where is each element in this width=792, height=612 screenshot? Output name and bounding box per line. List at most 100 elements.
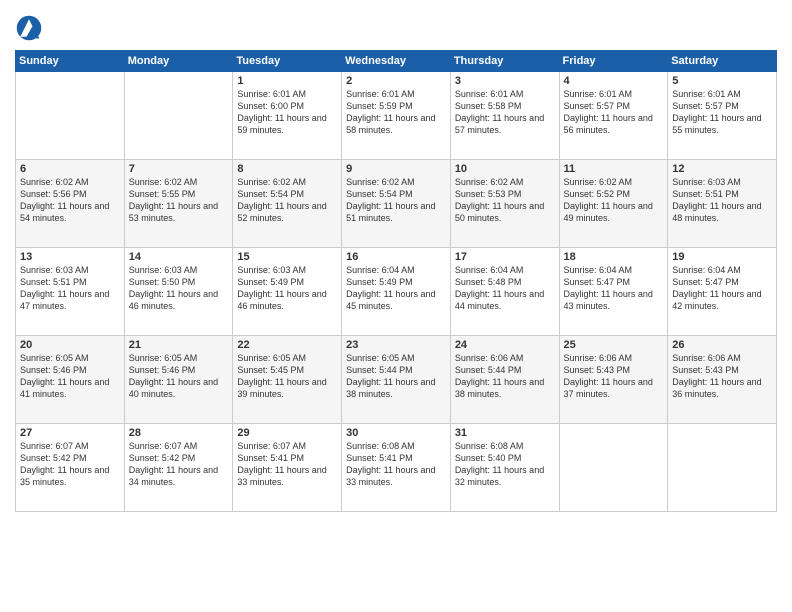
day-number: 21 [129,339,229,351]
day-info: Sunrise: 6:05 AM Sunset: 5:44 PM Dayligh… [346,352,446,401]
weekday-header-wednesday: Wednesday [342,51,451,72]
calendar-page: SundayMondayTuesdayWednesdayThursdayFrid… [0,0,792,612]
day-info: Sunrise: 6:07 AM Sunset: 5:42 PM Dayligh… [129,440,229,489]
weekday-header-thursday: Thursday [450,51,559,72]
day-cell: 25Sunrise: 6:06 AM Sunset: 5:43 PM Dayli… [559,336,668,424]
day-cell: 21Sunrise: 6:05 AM Sunset: 5:46 PM Dayli… [124,336,233,424]
day-info: Sunrise: 6:03 AM Sunset: 5:50 PM Dayligh… [129,264,229,313]
day-number: 18 [564,251,664,263]
day-number: 25 [564,339,664,351]
day-number: 10 [455,163,555,175]
day-cell: 22Sunrise: 6:05 AM Sunset: 5:45 PM Dayli… [233,336,342,424]
day-cell: 9Sunrise: 6:02 AM Sunset: 5:54 PM Daylig… [342,160,451,248]
day-info: Sunrise: 6:02 AM Sunset: 5:53 PM Dayligh… [455,176,555,225]
day-cell [559,424,668,512]
day-info: Sunrise: 6:03 AM Sunset: 5:51 PM Dayligh… [20,264,120,313]
day-info: Sunrise: 6:02 AM Sunset: 5:54 PM Dayligh… [346,176,446,225]
day-number: 28 [129,427,229,439]
day-info: Sunrise: 6:02 AM Sunset: 5:54 PM Dayligh… [237,176,337,225]
calendar-body: 1Sunrise: 6:01 AM Sunset: 6:00 PM Daylig… [16,72,777,512]
day-number: 29 [237,427,337,439]
day-info: Sunrise: 6:04 AM Sunset: 5:49 PM Dayligh… [346,264,446,313]
weekday-row: SundayMondayTuesdayWednesdayThursdayFrid… [16,51,777,72]
day-number: 19 [672,251,772,263]
day-info: Sunrise: 6:03 AM Sunset: 5:49 PM Dayligh… [237,264,337,313]
logo-icon [15,14,43,42]
day-number: 5 [672,75,772,87]
day-cell: 26Sunrise: 6:06 AM Sunset: 5:43 PM Dayli… [668,336,777,424]
day-info: Sunrise: 6:04 AM Sunset: 5:47 PM Dayligh… [564,264,664,313]
weekday-header-monday: Monday [124,51,233,72]
day-info: Sunrise: 6:01 AM Sunset: 5:57 PM Dayligh… [672,88,772,137]
day-cell: 27Sunrise: 6:07 AM Sunset: 5:42 PM Dayli… [16,424,125,512]
day-cell: 23Sunrise: 6:05 AM Sunset: 5:44 PM Dayli… [342,336,451,424]
day-info: Sunrise: 6:02 AM Sunset: 5:52 PM Dayligh… [564,176,664,225]
week-row-1: 1Sunrise: 6:01 AM Sunset: 6:00 PM Daylig… [16,72,777,160]
day-cell: 29Sunrise: 6:07 AM Sunset: 5:41 PM Dayli… [233,424,342,512]
weekday-header-saturday: Saturday [668,51,777,72]
day-number: 12 [672,163,772,175]
day-cell: 17Sunrise: 6:04 AM Sunset: 5:48 PM Dayli… [450,248,559,336]
day-info: Sunrise: 6:07 AM Sunset: 5:41 PM Dayligh… [237,440,337,489]
day-info: Sunrise: 6:06 AM Sunset: 5:43 PM Dayligh… [564,352,664,401]
day-number: 3 [455,75,555,87]
day-number: 23 [346,339,446,351]
day-number: 8 [237,163,337,175]
day-number: 13 [20,251,120,263]
day-number: 11 [564,163,664,175]
day-cell: 14Sunrise: 6:03 AM Sunset: 5:50 PM Dayli… [124,248,233,336]
day-number: 26 [672,339,772,351]
day-info: Sunrise: 6:01 AM Sunset: 5:57 PM Dayligh… [564,88,664,137]
day-info: Sunrise: 6:03 AM Sunset: 5:51 PM Dayligh… [672,176,772,225]
day-number: 22 [237,339,337,351]
day-number: 15 [237,251,337,263]
day-cell: 12Sunrise: 6:03 AM Sunset: 5:51 PM Dayli… [668,160,777,248]
day-cell: 11Sunrise: 6:02 AM Sunset: 5:52 PM Dayli… [559,160,668,248]
day-info: Sunrise: 6:07 AM Sunset: 5:42 PM Dayligh… [20,440,120,489]
day-info: Sunrise: 6:04 AM Sunset: 5:47 PM Dayligh… [672,264,772,313]
week-row-4: 20Sunrise: 6:05 AM Sunset: 5:46 PM Dayli… [16,336,777,424]
day-cell: 5Sunrise: 6:01 AM Sunset: 5:57 PM Daylig… [668,72,777,160]
day-info: Sunrise: 6:08 AM Sunset: 5:40 PM Dayligh… [455,440,555,489]
day-number: 1 [237,75,337,87]
day-number: 4 [564,75,664,87]
week-row-5: 27Sunrise: 6:07 AM Sunset: 5:42 PM Dayli… [16,424,777,512]
day-cell: 31Sunrise: 6:08 AM Sunset: 5:40 PM Dayli… [450,424,559,512]
day-info: Sunrise: 6:06 AM Sunset: 5:44 PM Dayligh… [455,352,555,401]
weekday-header-tuesday: Tuesday [233,51,342,72]
day-cell: 8Sunrise: 6:02 AM Sunset: 5:54 PM Daylig… [233,160,342,248]
day-info: Sunrise: 6:01 AM Sunset: 5:59 PM Dayligh… [346,88,446,137]
day-cell: 2Sunrise: 6:01 AM Sunset: 5:59 PM Daylig… [342,72,451,160]
day-number: 6 [20,163,120,175]
day-cell [124,72,233,160]
day-cell [16,72,125,160]
day-number: 14 [129,251,229,263]
logo [15,14,47,42]
day-info: Sunrise: 6:05 AM Sunset: 5:46 PM Dayligh… [20,352,120,401]
day-number: 2 [346,75,446,87]
day-info: Sunrise: 6:02 AM Sunset: 5:55 PM Dayligh… [129,176,229,225]
week-row-3: 13Sunrise: 6:03 AM Sunset: 5:51 PM Dayli… [16,248,777,336]
day-info: Sunrise: 6:02 AM Sunset: 5:56 PM Dayligh… [20,176,120,225]
day-cell: 30Sunrise: 6:08 AM Sunset: 5:41 PM Dayli… [342,424,451,512]
day-cell: 19Sunrise: 6:04 AM Sunset: 5:47 PM Dayli… [668,248,777,336]
day-cell: 3Sunrise: 6:01 AM Sunset: 5:58 PM Daylig… [450,72,559,160]
day-number: 20 [20,339,120,351]
weekday-header-friday: Friday [559,51,668,72]
day-cell: 6Sunrise: 6:02 AM Sunset: 5:56 PM Daylig… [16,160,125,248]
day-info: Sunrise: 6:01 AM Sunset: 6:00 PM Dayligh… [237,88,337,137]
header [15,10,777,42]
calendar-table: SundayMondayTuesdayWednesdayThursdayFrid… [15,50,777,512]
day-info: Sunrise: 6:06 AM Sunset: 5:43 PM Dayligh… [672,352,772,401]
day-number: 30 [346,427,446,439]
day-cell: 24Sunrise: 6:06 AM Sunset: 5:44 PM Dayli… [450,336,559,424]
day-info: Sunrise: 6:05 AM Sunset: 5:46 PM Dayligh… [129,352,229,401]
day-number: 9 [346,163,446,175]
day-cell: 1Sunrise: 6:01 AM Sunset: 6:00 PM Daylig… [233,72,342,160]
day-cell: 13Sunrise: 6:03 AM Sunset: 5:51 PM Dayli… [16,248,125,336]
day-number: 17 [455,251,555,263]
day-cell: 18Sunrise: 6:04 AM Sunset: 5:47 PM Dayli… [559,248,668,336]
day-cell: 20Sunrise: 6:05 AM Sunset: 5:46 PM Dayli… [16,336,125,424]
day-number: 7 [129,163,229,175]
day-cell: 7Sunrise: 6:02 AM Sunset: 5:55 PM Daylig… [124,160,233,248]
